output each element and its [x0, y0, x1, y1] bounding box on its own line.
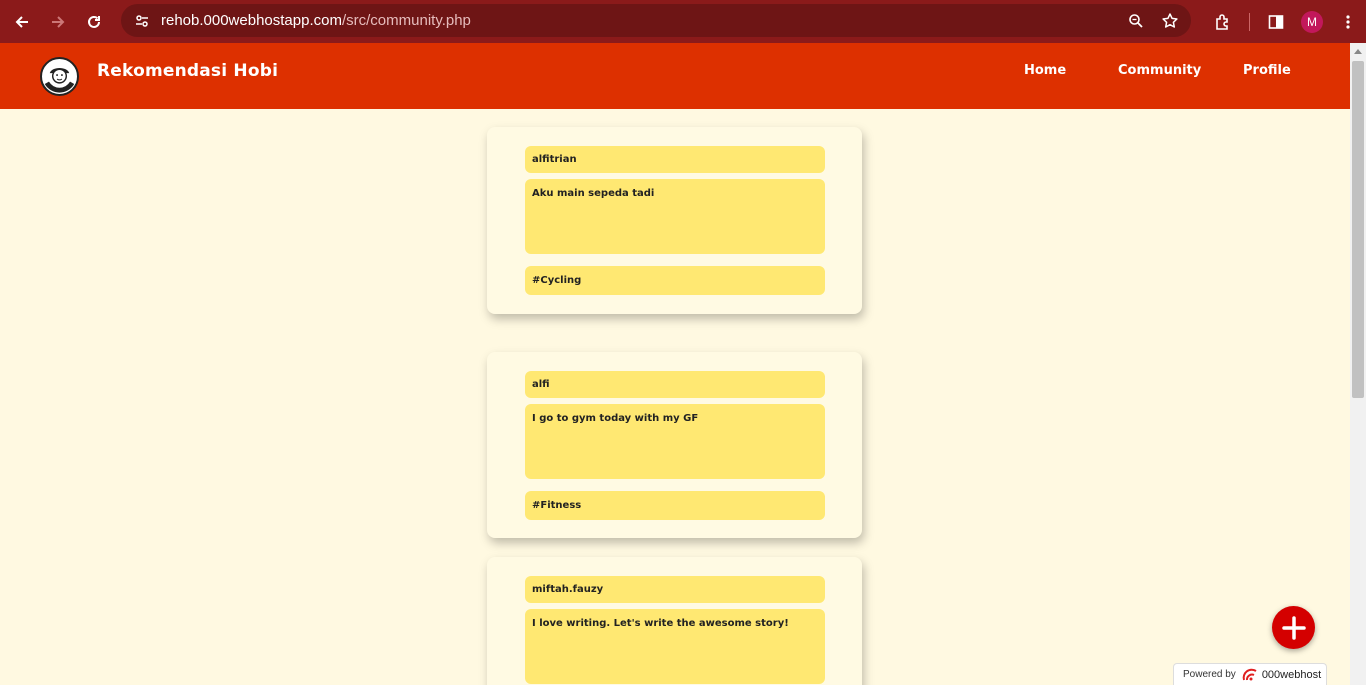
reload-icon — [88, 15, 100, 28]
post-hashtag[interactable]: #Fitness — [525, 491, 825, 520]
reload-button[interactable] — [76, 4, 112, 40]
nav-profile[interactable]: Profile — [1243, 63, 1291, 78]
nav-community[interactable]: Community — [1118, 63, 1201, 78]
post-card: alfi I go to gym today with my GF #Fitne… — [487, 352, 862, 538]
back-button[interactable] — [4, 4, 40, 40]
browser-toolbar: rehob.000webhostapp.com/src/community.ph… — [0, 0, 1366, 43]
page-scrollbar[interactable] — [1350, 43, 1366, 685]
000webhost-logo-icon — [1242, 668, 1258, 682]
arrow-right-icon — [52, 15, 65, 28]
zoom-icon[interactable] — [1125, 10, 1147, 32]
scroll-up-arrow-icon[interactable] — [1354, 49, 1362, 54]
post-username: alfitrian — [525, 146, 825, 173]
add-post-button[interactable] — [1272, 606, 1315, 649]
profile-avatar[interactable]: M — [1301, 10, 1323, 33]
powered-by-badge[interactable]: Powered by 000webhost — [1173, 663, 1327, 685]
post-username: miftah.fauzy — [525, 576, 825, 603]
nav-home[interactable]: Home — [1024, 63, 1066, 78]
post-content: I love writing. Let's write the awesome … — [525, 609, 825, 684]
post-username: alfi — [525, 371, 825, 398]
bookmark-star-icon[interactable] — [1159, 10, 1181, 32]
000webhost-brand: 000webhost — [1261, 668, 1322, 681]
url-host: rehob.000webhostapp.com — [161, 12, 342, 29]
url-path: /src/community.php — [341, 12, 471, 29]
side-panel-icon[interactable] — [1258, 4, 1294, 40]
toolbar-divider — [1249, 12, 1250, 31]
post-card: miftah.fauzy I love writing. Let's write… — [487, 557, 862, 685]
site-header: Rekomendasi Hobi Home Community Profile — [0, 43, 1350, 109]
rehob-logo[interactable] — [40, 57, 79, 96]
post-card: alfitrian Aku main sepeda tadi #Cycling — [487, 127, 862, 314]
url-text[interactable]: rehob.000webhostapp.com/src/community.ph… — [161, 12, 471, 29]
post-content: I go to gym today with my GF — [525, 404, 825, 479]
post-hashtag[interactable]: #Cycling — [525, 266, 825, 295]
plus-icon — [1281, 615, 1306, 640]
powered-by-label: Powered by — [1183, 669, 1236, 680]
site-info-icon[interactable] — [129, 8, 155, 34]
site-title[interactable]: Rekomendasi Hobi — [97, 61, 278, 81]
post-content: Aku main sepeda tadi — [525, 179, 825, 254]
scrollbar-thumb[interactable] — [1352, 61, 1364, 398]
extensions-icon[interactable] — [1205, 4, 1241, 40]
forward-button[interactable] — [40, 4, 76, 40]
address-bar[interactable]: rehob.000webhostapp.com/src/community.ph… — [121, 4, 1191, 37]
menu-kebab-icon[interactable] — [1330, 4, 1366, 40]
arrow-left-icon — [15, 15, 28, 28]
